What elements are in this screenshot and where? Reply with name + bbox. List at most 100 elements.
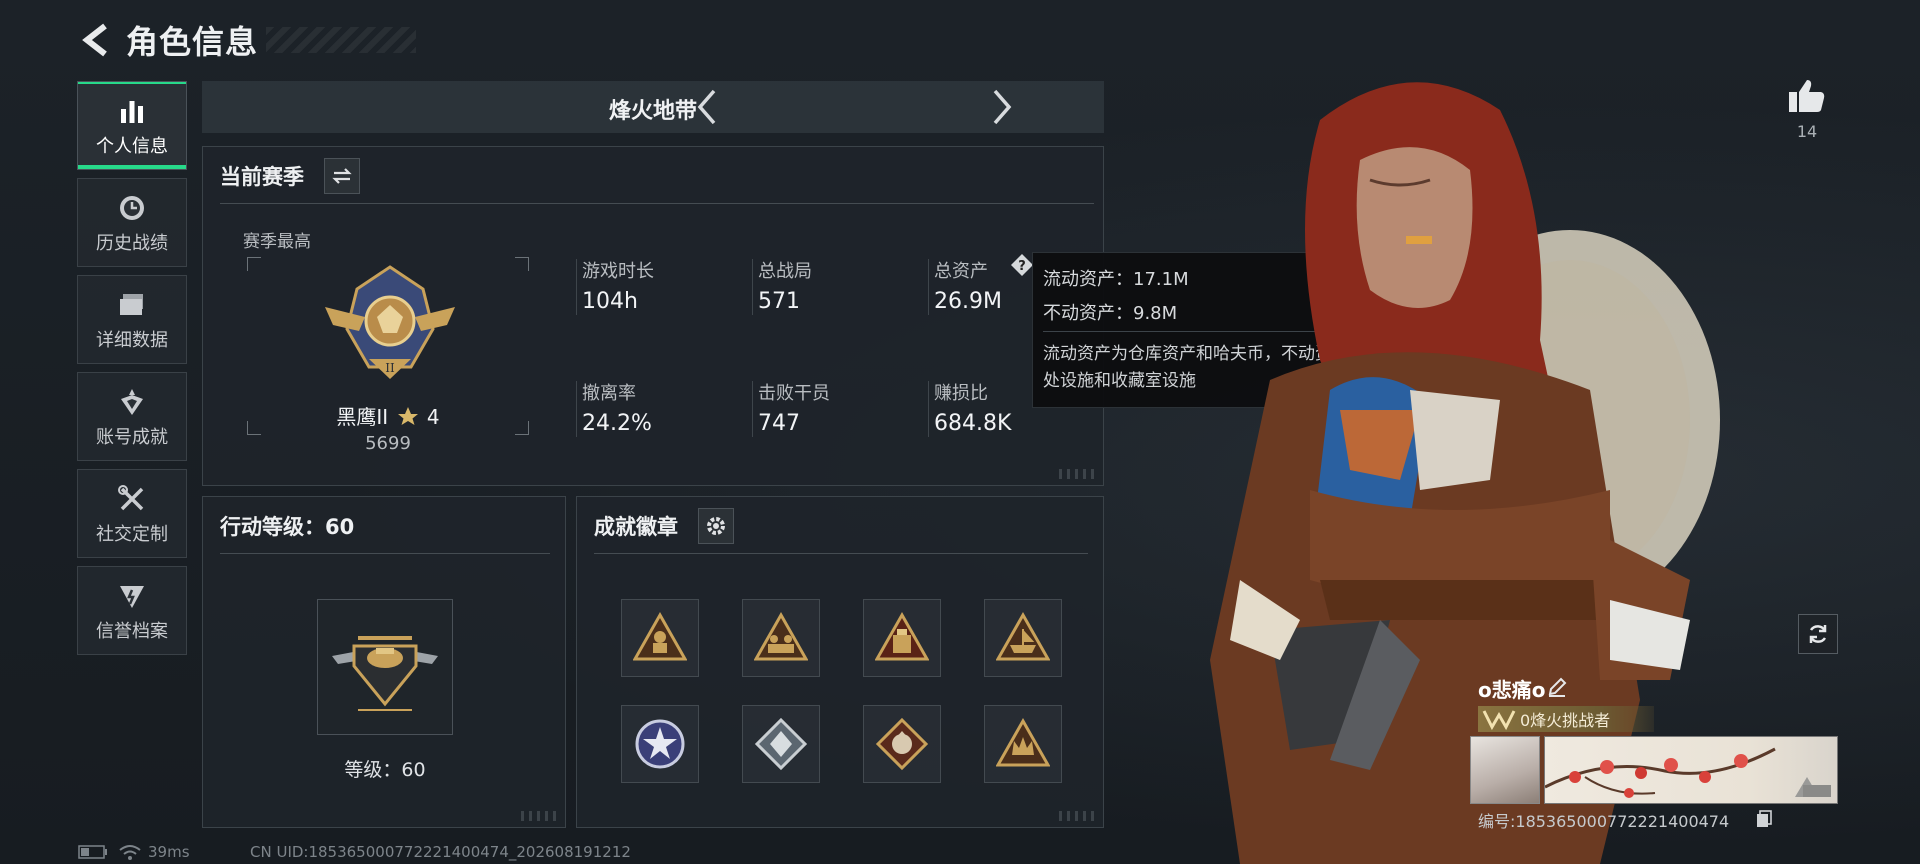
season-title-divider	[220, 203, 1094, 204]
badge-crown-icon	[996, 717, 1050, 767]
sidebar-item-credit[interactable]: 信誉档案	[77, 566, 187, 655]
sidebar-item-history[interactable]: 历史战绩	[77, 178, 187, 267]
player-id: 编号:185365000772221400474	[1478, 812, 1730, 831]
sidebar-item-personal-info[interactable]: 个人信息	[77, 81, 187, 170]
avatar[interactable]	[1470, 736, 1540, 804]
stat-label-play-time: 游戏时长	[582, 261, 654, 282]
badge-slot-7[interactable]	[863, 705, 941, 783]
achievement-icon	[115, 385, 149, 419]
action-level-divider	[220, 553, 550, 554]
stat-divider	[576, 381, 577, 437]
sidebar-item-label: 社交定制	[96, 523, 168, 545]
badges-settings-button[interactable]	[698, 508, 734, 544]
refresh-button[interactable]	[1798, 614, 1838, 654]
badge-slot-6[interactable]	[742, 705, 820, 783]
stat-value-kills: 747	[758, 411, 800, 436]
stat-value-extract-rate: 24.2%	[582, 411, 652, 436]
back-button[interactable]	[78, 20, 114, 60]
sidebar-item-label: 个人信息	[96, 135, 168, 157]
stat-label-total-matches: 总战局	[758, 261, 812, 282]
folder-icon	[115, 288, 149, 322]
rank-name-row: 黑鹰II 4	[247, 401, 529, 430]
badge-star-emblem-icon	[635, 719, 685, 769]
stat-label-total-assets: 总资产	[934, 261, 988, 282]
stat-value-total-matches: 571	[758, 289, 800, 314]
shield-icon	[115, 579, 149, 613]
badges-title-divider	[594, 553, 1088, 554]
chevron-right-icon	[993, 89, 1012, 125]
stat-divider	[752, 381, 753, 437]
action-level-emblem-frame	[317, 599, 453, 735]
sidebar-item-label: 历史战绩	[96, 232, 168, 254]
badge-slot-8[interactable]	[984, 705, 1062, 783]
title-decoration	[266, 27, 417, 53]
badge-slot-3[interactable]	[863, 599, 941, 677]
season-best-label: 赛季最高	[243, 232, 311, 252]
stat-value-profit-ratio: 684.8K	[934, 411, 1012, 436]
thumbs-up-icon	[1789, 80, 1825, 112]
rank-tag-label: 0烽火挑战者	[1520, 711, 1611, 730]
stat-divider	[576, 259, 577, 315]
clock-icon	[115, 191, 149, 225]
status-bar: 39ms	[78, 843, 190, 861]
sidebar: 个人信息 历史战绩 详细数据 账号成就 社交定制 信誉档案	[77, 81, 187, 663]
like-area[interactable]: 14	[1782, 78, 1832, 141]
stat-divider	[928, 381, 929, 437]
tools-icon	[115, 482, 149, 516]
badge-squad-icon	[754, 611, 808, 661]
tooltip-liquid-assets: 流动资产：17.1M	[1043, 269, 1189, 290]
badge-beast-icon	[875, 717, 929, 771]
player-name: o悲痛o	[1478, 678, 1546, 702]
sidebar-item-detailed-data[interactable]: 详细数据	[77, 275, 187, 364]
star-icon	[397, 407, 418, 425]
page-title: 角色信息	[126, 23, 259, 61]
action-level-panel: 行动等级：60 等级：60	[202, 496, 566, 828]
stat-value-play-time: 104h	[582, 289, 638, 314]
wifi-icon	[119, 845, 141, 860]
stat-label-extract-rate: 撤离率	[582, 383, 636, 404]
help-icon[interactable]: ?	[1010, 253, 1034, 277]
panel-corner-decoration	[1059, 469, 1097, 479]
sidebar-item-social[interactable]: 社交定制	[77, 469, 187, 558]
rank-tag-emblem-icon	[1482, 710, 1516, 731]
mode-selector: 烽火地带	[202, 81, 1104, 133]
gear-icon	[707, 517, 725, 535]
panel-corner-decoration	[1059, 811, 1097, 821]
edit-icon[interactable]	[1546, 676, 1568, 698]
like-count: 14	[1796, 122, 1818, 141]
rank-score: 5699	[365, 433, 411, 454]
season-switch-button[interactable]	[324, 158, 360, 194]
achievement-badges-panel: 成就徽章	[576, 496, 1104, 828]
sidebar-item-label: 详细数据	[96, 329, 168, 351]
panel-corner-decoration	[521, 811, 559, 821]
stat-divider	[928, 259, 929, 315]
badge-boat-icon	[996, 611, 1050, 661]
badges-title: 成就徽章	[594, 515, 678, 539]
badge-slot-5[interactable]	[621, 705, 699, 783]
badge-cargo-icon	[875, 611, 929, 661]
rank-emblem: II	[325, 265, 455, 379]
battery-icon	[78, 845, 107, 859]
ping-value: 39ms	[148, 843, 190, 861]
uid-line: CN UID:185365000772221400474_20260819121…	[250, 843, 631, 861]
season-title: 当前赛季	[220, 165, 304, 189]
mode-next-button[interactable]	[982, 87, 1022, 127]
badge-slot-1[interactable]	[621, 599, 699, 677]
stat-label-profit-ratio: 赚损比	[934, 383, 988, 404]
copy-icon[interactable]	[1756, 810, 1772, 828]
sidebar-item-achievements[interactable]: 账号成就	[77, 372, 187, 461]
stat-divider	[752, 259, 753, 315]
sidebar-item-label: 账号成就	[96, 426, 168, 448]
badge-slot-2[interactable]	[742, 599, 820, 677]
helicopter-emblem	[332, 636, 438, 711]
tooltip-fixed-assets: 不动资产：9.8M	[1043, 303, 1178, 324]
svg-text:?: ?	[1018, 259, 1026, 274]
mode-name: 烽火地带	[608, 99, 697, 124]
stat-label-kills: 击败干员	[758, 383, 830, 404]
refresh-icon	[1809, 625, 1827, 643]
badge-slot-4[interactable]	[984, 599, 1062, 677]
badge-soldier-icon	[633, 611, 687, 661]
name-card-banner	[1544, 736, 1838, 804]
header: 角色信息	[78, 18, 417, 62]
svg-text:II: II	[385, 361, 395, 375]
